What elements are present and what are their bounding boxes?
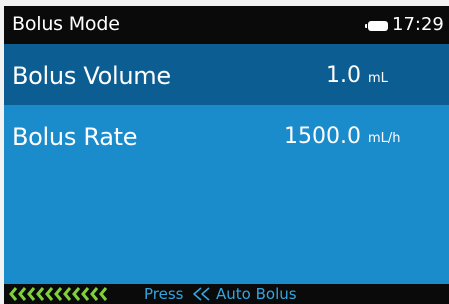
title-bar: Bolus Mode 17:29 — [4, 6, 449, 44]
clock-time: 17:29 — [392, 14, 444, 35]
footer-hint-bar: Press Auto Bolus — [4, 284, 449, 304]
bolus-rate-value: 1500.0 — [284, 124, 361, 149]
bolus-volume-unit: mL — [368, 71, 388, 86]
bolus-volume-value: 1.0 — [326, 63, 361, 88]
bolus-volume-row[interactable]: Bolus Volume 1.0 mL — [4, 44, 449, 105]
battery-full-icon — [365, 21, 388, 31]
bolus-rate-unit: mL/h — [368, 131, 401, 146]
bolus-rate-label: Bolus Rate — [12, 123, 138, 151]
auto-bolus-label: Auto Bolus — [216, 285, 297, 303]
rewind-icon — [193, 287, 210, 301]
pump-screen: Bolus Mode 17:29 Bolus Volume 1.0 mL Bol… — [4, 6, 449, 304]
progress-chevrons — [8, 286, 108, 302]
bolus-volume-label: Bolus Volume — [12, 62, 171, 90]
chevron-left-icon — [99, 287, 108, 301]
bolus-rate-row[interactable]: Bolus Rate 1500.0 mL/h — [4, 105, 449, 162]
page-title: Bolus Mode — [12, 13, 120, 35]
device-frame: Bolus Mode 17:29 Bolus Volume 1.0 mL Bol… — [0, 0, 449, 304]
press-label: Press — [144, 285, 184, 303]
